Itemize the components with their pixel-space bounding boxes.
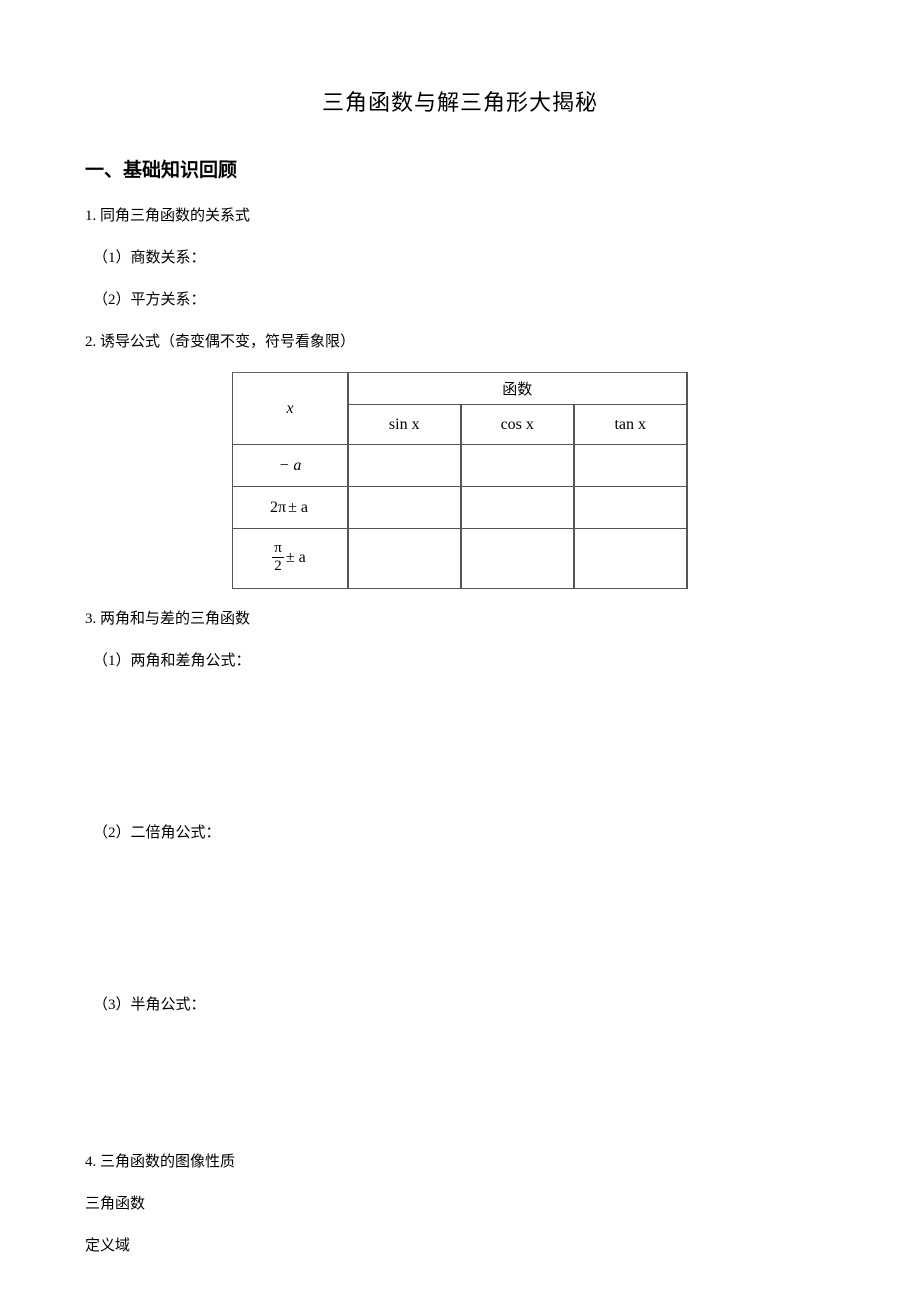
row3-label: π 2 ± a — [233, 529, 348, 589]
item-3-sub2: （2）二倍角公式： — [85, 821, 835, 845]
row1-tan — [574, 445, 687, 487]
th-function: 函数 — [348, 373, 687, 405]
page-title: 三角函数与解三角形大揭秘 — [85, 85, 835, 117]
row1-cos — [461, 445, 574, 487]
row3-cos — [461, 529, 574, 589]
row3-sin — [348, 529, 461, 589]
item-4: 4. 三角函数的图像性质 — [85, 1150, 835, 1174]
th-x: x — [233, 373, 348, 445]
blank-space-1 — [85, 691, 835, 821]
section-heading: 一、基础知识回顾 — [85, 155, 835, 182]
row2-cos — [461, 487, 574, 529]
th-cos: cos x — [461, 405, 574, 445]
row1-label: − a — [233, 445, 348, 487]
th-tan: tan x — [574, 405, 687, 445]
item-3-sub3: （3）半角公式： — [85, 993, 835, 1017]
th-sin: sin x — [348, 405, 461, 445]
row1-sin — [348, 445, 461, 487]
row2-sin — [348, 487, 461, 529]
item-4-row1: 三角函数 — [85, 1192, 835, 1216]
item-4-row2: 定义域 — [85, 1234, 835, 1258]
row2-tan — [574, 487, 687, 529]
item-1-sub1: （1）商数关系： — [85, 246, 835, 270]
row2-label: 2π± a — [233, 487, 348, 529]
formula-table-wrap: x 函数 sin x cos x tan x − a 2π± a π — [85, 372, 835, 589]
item-3: 3. 两角和与差的三角函数 — [85, 607, 835, 631]
formula-table: x 函数 sin x cos x tan x − a 2π± a π — [232, 372, 688, 589]
item-3-sub1: （1）两角和差角公式： — [85, 649, 835, 673]
row3-tan — [574, 529, 687, 589]
item-1-sub2: （2）平方关系： — [85, 288, 835, 312]
blank-space-2 — [85, 863, 835, 993]
blank-space-3 — [85, 1035, 835, 1150]
item-1: 1. 同角三角函数的关系式 — [85, 204, 835, 228]
item-2: 2. 诱导公式（奇变偶不变，符号看象限） — [85, 330, 835, 354]
